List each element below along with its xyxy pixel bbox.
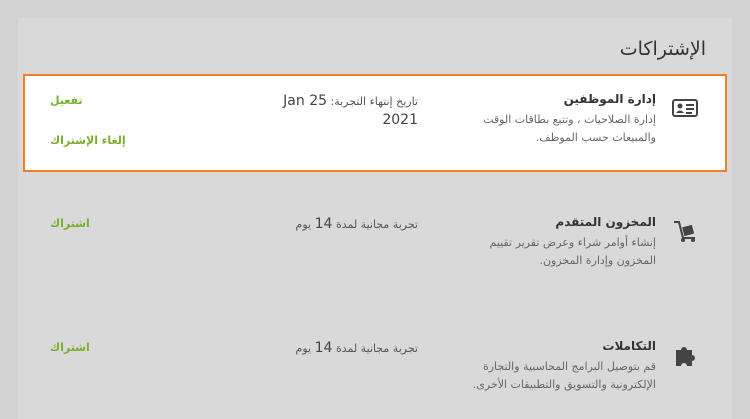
subscription-card-advanced-inventory[interactable]: المخزون المتقدم إنشاء أوامر شراء وعرض تق… bbox=[25, 199, 725, 293]
subscription-description: قم بتوصيل البرامج المحاسبية والتجارة الإ… bbox=[472, 360, 656, 391]
page-title: الإشتراكات bbox=[619, 38, 706, 60]
trial-unit: يوم bbox=[295, 342, 312, 355]
subscription-card-integrations[interactable]: التكاملات قم بتوصيل البرامج المحاسبية وا… bbox=[25, 323, 725, 417]
puzzle-icon bbox=[671, 341, 699, 369]
subscription-card-employee-management[interactable]: إدارة الموظفين إدارة الصلاحيات ، وتتبع ب… bbox=[23, 74, 727, 172]
trial-info: تجربة مجانية لمدة 14 يوم bbox=[278, 215, 418, 234]
subscription-name: المخزون المتقدم bbox=[555, 215, 656, 229]
cancel-subscription-button[interactable]: إلغاء الإشتراك bbox=[50, 134, 126, 147]
trial-info: تجربة مجانية لمدة 14 يوم bbox=[278, 339, 418, 358]
activate-button[interactable]: تفعيل bbox=[50, 94, 83, 107]
subscription-description: إدارة الصلاحيات ، وتتبع بطاقات الوقت وال… bbox=[483, 113, 656, 144]
trial-value: 14 bbox=[314, 340, 333, 356]
trial-unit: يوم bbox=[295, 218, 312, 231]
dolly-icon bbox=[671, 217, 699, 245]
subscription-description: إنشاء أوامر شراء وعرض تقرير تقييم المخزو… bbox=[489, 236, 657, 267]
trial-label: تاريخ إنتهاء التجربة: bbox=[330, 95, 418, 108]
trial-label: تجربة مجانية لمدة bbox=[335, 342, 418, 355]
trial-label: تجربة مجانية لمدة bbox=[335, 218, 418, 231]
subscribe-button[interactable]: اشتراك bbox=[50, 341, 90, 354]
subscriptions-panel: الإشتراكات إدارة الموظفين إدارة الصلاحيا… bbox=[18, 18, 732, 419]
subscription-name: إدارة الموظفين bbox=[563, 92, 656, 106]
subscription-name: التكاملات bbox=[602, 339, 656, 353]
subscribe-button[interactable]: اشتراك bbox=[50, 217, 90, 230]
trial-info: تاريخ إنتهاء التجربة: Jan 25 2021 bbox=[278, 92, 418, 130]
trial-value: 14 bbox=[314, 216, 333, 232]
id-card-icon bbox=[671, 94, 699, 122]
